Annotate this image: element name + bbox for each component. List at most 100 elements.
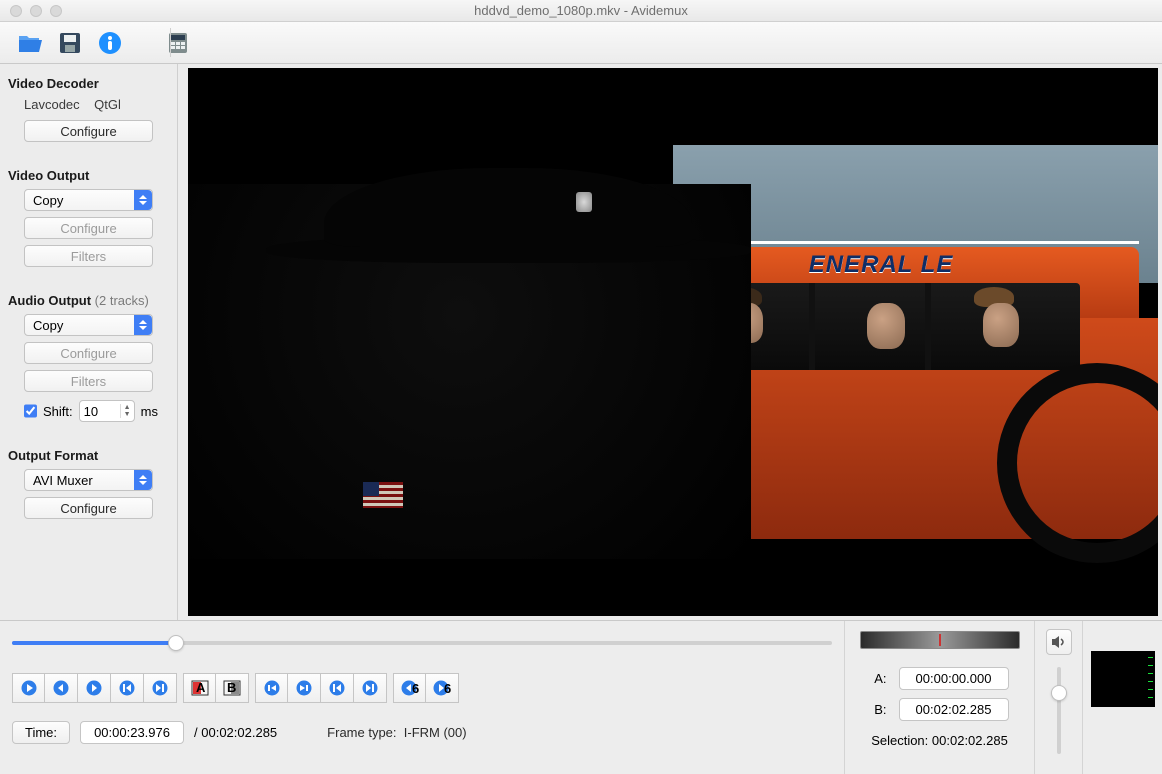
audio-shift-checkbox[interactable] [24,404,37,418]
set-marker-a-button[interactable]: A [183,673,216,703]
marker-b-value[interactable] [899,698,1009,721]
back60-icon: 60 [401,680,419,696]
select-arrows-icon [134,315,152,335]
duration-label: / 00:02:02.285 [194,725,277,740]
audio-output-configure-button[interactable]: Configure [24,342,153,364]
go-end-icon [362,680,378,696]
svg-text:60: 60 [444,681,451,696]
output-format-title: Output Format [8,448,169,463]
info-button[interactable] [90,25,130,61]
go-start-icon [329,680,345,696]
prev-frame-button[interactable] [45,673,78,703]
marker-a-icon: A [191,680,209,696]
info-icon [98,31,122,55]
arrow-left-icon [53,680,69,696]
vu-meter [1091,651,1155,707]
toolbar [0,22,1162,64]
volume-panel [1034,621,1082,774]
titlebar: hddvd_demo_1080p.mkv - Avidemux [0,0,1162,22]
audio-output-select[interactable]: Copy [24,314,153,336]
svg-text:60: 60 [412,681,419,696]
marker-b-label: B: [871,702,887,717]
audio-output-value: Copy [33,318,63,333]
time-label-button[interactable]: Time: [12,721,70,744]
prev-keyframe-button[interactable] [111,673,144,703]
decoder-renderer: QtGl [94,97,121,112]
window-title: hddvd_demo_1080p.mkv - Avidemux [0,3,1162,18]
play-button[interactable] [12,673,45,703]
next-keyframe-button[interactable] [144,673,177,703]
timeline-panel: A B 60 60 Time: / 00:02:02.285 Frame typ… [0,621,844,774]
time-row: Time: / 00:02:02.285 Frame type: I-FRM (… [12,721,832,744]
audio-shift-label: Shift: [43,404,73,419]
spinner-down-icon[interactable]: ▼ [121,411,134,418]
video-output-title: Video Output [8,168,169,183]
fwd60-icon: 60 [433,680,451,696]
main-area: Video Decoder Lavcodec QtGl Configure Vi… [0,64,1162,620]
prev-cut-button[interactable] [255,673,288,703]
markers-panel: A: B: Selection: 00:02:02.285 [844,621,1034,774]
bottom-panel: A B 60 60 Time: / 00:02:02.285 Frame typ… [0,620,1162,774]
open-button[interactable] [10,25,50,61]
folder-open-icon [17,32,43,54]
arrow-right-icon [86,680,102,696]
video-output-value: Copy [33,193,63,208]
cut-next-icon [296,680,312,696]
save-button[interactable] [50,25,90,61]
video-frame: ENERAL LE [188,145,1158,540]
mute-button[interactable] [1046,629,1072,655]
frame-type: Frame type: I-FRM (00) [327,725,466,740]
audio-tracks-count: (2 tracks) [95,293,149,308]
jog-wheel[interactable] [860,631,1020,649]
select-arrows-icon [134,470,152,490]
selection-value: 00:02:02.285 [932,733,1008,748]
audio-shift-unit: ms [141,404,158,419]
video-preview[interactable]: ENERAL LE [188,68,1158,616]
fwd-60s-button[interactable]: 60 [426,673,459,703]
video-output-filters-button[interactable]: Filters [24,245,153,267]
floppy-save-icon [59,32,81,54]
decoder-configure-button[interactable]: Configure [24,120,153,142]
play-icon [21,680,37,696]
output-format-select[interactable]: AVI Muxer [24,469,153,491]
audio-shift-input[interactable] [80,404,120,419]
video-decoder-title: Video Decoder [8,76,169,91]
vu-panel [1082,621,1162,774]
set-marker-b-button[interactable]: B [216,673,249,703]
calculator-button[interactable] [158,25,198,61]
cut-prev-icon [264,680,280,696]
svg-text:B: B [227,680,236,695]
seek-slider[interactable] [12,631,832,655]
output-format-value: AVI Muxer [33,473,93,488]
audio-output-filters-button[interactable]: Filters [24,370,153,392]
decoder-codec-name: Lavcodec [24,97,80,112]
decoder-codec-row: Lavcodec QtGl [8,97,169,112]
go-start-button[interactable] [321,673,354,703]
select-arrows-icon [134,190,152,210]
spinner-up-icon[interactable]: ▲ [121,404,134,411]
volume-slider[interactable] [1057,667,1061,754]
output-format-configure-button[interactable]: Configure [24,497,153,519]
car-roof-text: ENERAL LE [809,251,954,279]
back-60s-button[interactable]: 60 [393,673,426,703]
transport-controls: A B 60 60 [12,673,832,703]
audio-shift-row: Shift: ▲▼ ms [24,400,153,422]
video-output-select[interactable]: Copy [24,189,153,211]
skip-back-icon [119,680,135,696]
speaker-icon [1051,635,1067,649]
sidebar: Video Decoder Lavcodec QtGl Configure Vi… [0,64,178,620]
selection-row: Selection: 00:02:02.285 [871,733,1008,748]
go-end-button[interactable] [354,673,387,703]
time-input[interactable] [80,721,184,744]
marker-a-label: A: [871,671,887,686]
svg-text:A: A [196,680,206,695]
marker-b-icon: B [223,680,241,696]
skip-forward-icon [152,680,168,696]
calculator-icon [168,32,188,54]
audio-shift-spinner[interactable]: ▲▼ [79,400,135,422]
next-cut-button[interactable] [288,673,321,703]
next-frame-button[interactable] [78,673,111,703]
marker-a-value[interactable] [899,667,1009,690]
video-output-configure-button[interactable]: Configure [24,217,153,239]
audio-output-title: Audio Output (2 tracks) [8,293,169,308]
